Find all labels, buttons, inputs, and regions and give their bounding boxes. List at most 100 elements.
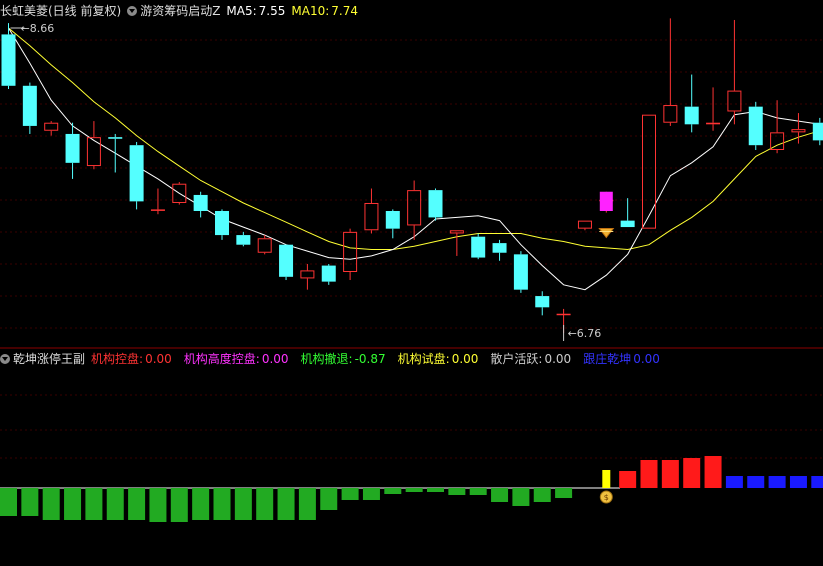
indicator-bar bbox=[619, 471, 637, 488]
indicator-bar bbox=[256, 488, 274, 520]
indicator-bar bbox=[555, 488, 573, 498]
indicator-bar bbox=[149, 488, 167, 522]
candle-body bbox=[684, 106, 699, 125]
candle-body bbox=[150, 209, 165, 211]
candle-body bbox=[770, 132, 785, 150]
candle-body bbox=[257, 238, 272, 253]
candle bbox=[577, 220, 592, 231]
candle-body bbox=[108, 137, 123, 139]
candle bbox=[684, 74, 699, 133]
candle bbox=[706, 87, 721, 131]
candle bbox=[748, 101, 763, 150]
candle-body bbox=[44, 122, 59, 131]
candle bbox=[193, 191, 208, 218]
candle bbox=[1, 23, 16, 89]
indicator-bar bbox=[512, 488, 530, 506]
indicator-bar bbox=[85, 488, 103, 520]
indicator-bar bbox=[683, 458, 701, 488]
indicator-bar bbox=[405, 488, 423, 492]
candle-body bbox=[492, 243, 507, 253]
candle-body bbox=[279, 244, 294, 277]
indicator-bar bbox=[640, 460, 658, 488]
candle bbox=[492, 239, 507, 261]
candle bbox=[513, 251, 528, 293]
indicator-bar bbox=[362, 488, 380, 500]
candle bbox=[620, 198, 635, 228]
candle-body bbox=[791, 129, 806, 133]
candle-body bbox=[428, 190, 443, 218]
low-label: ←6.76 bbox=[568, 327, 602, 340]
candle bbox=[535, 291, 550, 316]
candle bbox=[215, 209, 229, 240]
diamond-icon bbox=[598, 227, 615, 239]
indicator-bars: $ bbox=[0, 456, 823, 522]
candle-body bbox=[215, 211, 229, 236]
indicator-bar bbox=[320, 488, 338, 510]
signal-box bbox=[599, 191, 613, 211]
indicator-bar bbox=[341, 488, 359, 500]
indicator-bar bbox=[602, 470, 611, 488]
indicator-bar bbox=[661, 460, 679, 488]
ma10-line bbox=[8, 27, 820, 251]
indicator-bar bbox=[170, 488, 188, 522]
candle bbox=[65, 122, 80, 179]
candle bbox=[385, 209, 400, 239]
candle-body bbox=[620, 220, 635, 228]
indicator-bar bbox=[704, 456, 722, 488]
candle bbox=[642, 114, 656, 229]
candle-body bbox=[300, 270, 315, 279]
indicator-bar bbox=[42, 488, 60, 520]
indicator-bar bbox=[64, 488, 82, 520]
candle bbox=[471, 233, 486, 260]
indicator-bar bbox=[768, 476, 786, 488]
chart-canvas[interactable]: ←8.66 ←6.76 $ bbox=[0, 0, 823, 566]
candle-body bbox=[535, 296, 550, 308]
candle bbox=[364, 188, 379, 234]
candle-body bbox=[86, 137, 101, 167]
candle bbox=[279, 244, 294, 281]
candle-body bbox=[385, 211, 400, 229]
indicator-bar bbox=[234, 488, 252, 520]
candle-body bbox=[193, 194, 208, 211]
indicator-bar bbox=[298, 488, 316, 520]
indicator-bar bbox=[747, 476, 765, 488]
annotations: ←8.66 ←6.76 bbox=[10, 22, 615, 341]
candle bbox=[236, 231, 251, 247]
candle bbox=[129, 141, 144, 210]
indicator-bar bbox=[789, 476, 807, 488]
candle-body bbox=[129, 145, 144, 202]
indicator-bar bbox=[469, 488, 487, 495]
candlestick-series bbox=[1, 18, 823, 333]
candle-body bbox=[364, 202, 379, 231]
candle-body bbox=[321, 265, 336, 282]
indicator-bar bbox=[811, 476, 823, 488]
indicator-bar bbox=[491, 488, 509, 502]
indicator-bar bbox=[213, 488, 231, 520]
indicator-bar bbox=[128, 488, 146, 520]
indicator-bar bbox=[448, 488, 466, 495]
indicator-bar bbox=[21, 488, 39, 516]
candle bbox=[343, 228, 358, 281]
candle-body bbox=[556, 313, 571, 316]
candle-body bbox=[343, 231, 358, 273]
candle-body bbox=[748, 106, 763, 146]
candle-body bbox=[513, 254, 528, 290]
candle bbox=[428, 188, 443, 221]
coin-symbol: $ bbox=[604, 493, 609, 502]
candle-body bbox=[727, 90, 742, 112]
candle bbox=[86, 121, 101, 170]
indicator-bar bbox=[427, 488, 444, 492]
indicator-bar bbox=[106, 488, 124, 520]
candle-body bbox=[22, 85, 37, 126]
candle-body bbox=[642, 114, 656, 229]
indicator-bar bbox=[384, 488, 402, 494]
candle-body bbox=[663, 105, 678, 123]
candle bbox=[150, 188, 165, 215]
indicator-bar bbox=[725, 476, 743, 488]
candle-body bbox=[1, 34, 16, 86]
candle bbox=[407, 180, 422, 240]
candle-body bbox=[471, 236, 486, 258]
candle bbox=[321, 263, 336, 285]
candle bbox=[449, 230, 464, 256]
candle-body bbox=[236, 235, 251, 245]
